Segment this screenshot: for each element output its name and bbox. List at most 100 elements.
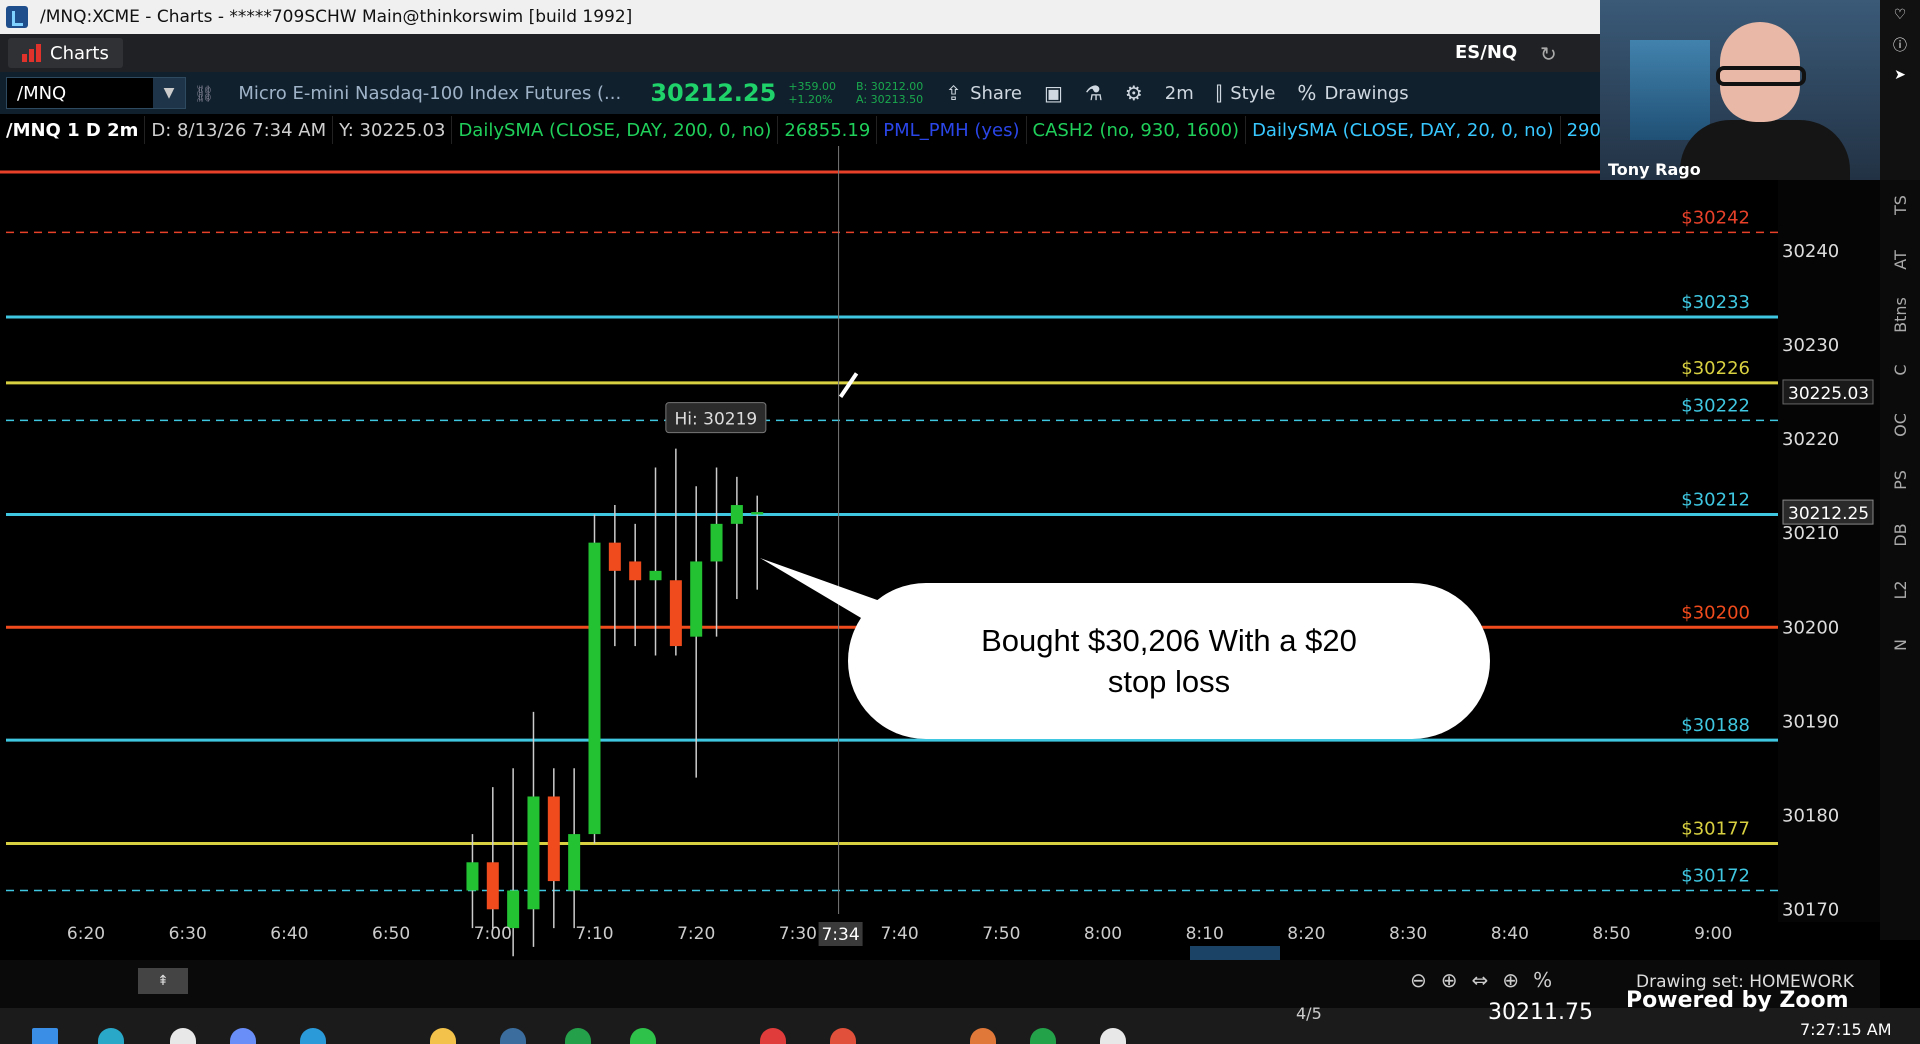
- study-label[interactable]: DailySMA (CLOSE, DAY, 200, 0, no): [452, 116, 779, 144]
- thinkorswim-logo-icon: [6, 6, 28, 28]
- study-label[interactable]: /MNQ 1 D 2m: [0, 116, 146, 144]
- side-tab-ts[interactable]: TS: [1875, 185, 1920, 225]
- candle-body[interactable]: [690, 561, 703, 637]
- excel-icon[interactable]: [1030, 1028, 1056, 1044]
- symbol-input[interactable]: /MNQ ▼: [6, 77, 186, 109]
- level-label: $30177: [1681, 818, 1750, 839]
- pan-icon[interactable]: ⇔: [1472, 968, 1489, 992]
- side-tab-n[interactable]: N: [1875, 625, 1920, 665]
- side-tab-l2[interactable]: L2: [1875, 570, 1920, 610]
- candle-body[interactable]: [608, 542, 621, 571]
- charts-tab-bar: Charts ES/NQ ↻: [0, 34, 1600, 72]
- study-label[interactable]: 29010.96: [1561, 116, 1600, 144]
- windows-taskbar: [0, 1008, 1920, 1044]
- edge-browser-icon[interactable]: [98, 1028, 124, 1044]
- chart-background: [0, 146, 1880, 960]
- news-button[interactable]: ▣: [1044, 81, 1063, 105]
- zoom-in-icon[interactable]: ⊕: [1441, 968, 1458, 992]
- candle-body[interactable]: [568, 834, 581, 891]
- symbol-description: Micro E-mini Nasdaq-100 Index Futures (.…: [238, 82, 622, 104]
- bid-price: B: 30212.00: [856, 80, 924, 93]
- candle-body[interactable]: [629, 561, 642, 581]
- style-button[interactable]: ⫿ Style: [1216, 81, 1276, 105]
- drawings-button[interactable]: % Drawings: [1297, 81, 1408, 105]
- file-explorer-icon[interactable]: [430, 1028, 456, 1044]
- price-axis-tick: 30210: [1782, 523, 1839, 544]
- study-label[interactable]: D: 8/13/26 7:34 AM: [145, 116, 334, 144]
- study-label[interactable]: DailySMA (CLOSE, DAY, 20, 0, no): [1246, 116, 1561, 144]
- studies-button[interactable]: ⚗: [1085, 81, 1103, 105]
- selection-highlight: [1190, 946, 1280, 960]
- drawings-label: Drawings: [1324, 82, 1409, 104]
- time-axis-tick: 6:40: [270, 924, 308, 944]
- callout-bubble: [848, 583, 1490, 739]
- candle-body[interactable]: [730, 505, 743, 524]
- level-label: $30188: [1681, 715, 1750, 736]
- charts-tab[interactable]: Charts: [8, 38, 123, 68]
- side-tab-c[interactable]: C: [1875, 350, 1920, 390]
- chat-icon[interactable]: [630, 1028, 656, 1044]
- taskbar-price: 30211.75: [1488, 1000, 1593, 1025]
- teams-icon[interactable]: [230, 1028, 256, 1044]
- study-label[interactable]: Y: 30225.03: [333, 116, 453, 144]
- zoom-out-icon[interactable]: ⊖: [1410, 968, 1427, 992]
- calendar-icon[interactable]: [760, 1028, 786, 1044]
- send-icon[interactable]: ➤: [1880, 60, 1920, 90]
- time-axis-tick: 6:30: [169, 924, 207, 944]
- candle-body[interactable]: [527, 796, 540, 910]
- spotify-icon[interactable]: [565, 1028, 591, 1044]
- outlook-icon[interactable]: [300, 1028, 326, 1044]
- candle-body[interactable]: [466, 862, 479, 891]
- bid-ask: B: 30212.00 A: 30213.50: [856, 80, 923, 106]
- side-tab-btns[interactable]: Btns: [1875, 295, 1920, 335]
- chrome-icon[interactable]: [830, 1028, 856, 1044]
- chart-bottom-bar: ⇞ ⊖ ⊕ ⇔ ⊕ % Drawing set: HOMEWORK: [0, 960, 1880, 1008]
- candle-body[interactable]: [669, 580, 682, 647]
- candle-body[interactable]: [547, 796, 560, 882]
- crosshair-price-label: 30225.03: [1788, 384, 1869, 404]
- price-axis-tick: 30180: [1782, 805, 1839, 826]
- crosshair-icon[interactable]: ⊕: [1502, 968, 1519, 992]
- time-axis-tick: 7:50: [982, 924, 1020, 944]
- price-axis-tick: 30230: [1782, 335, 1839, 356]
- candle-body[interactable]: [507, 890, 520, 929]
- price-chart[interactable]: $30242 $30233 $30226 $30222 $30212 $30200 $301…: [0, 146, 1880, 960]
- firefox-icon[interactable]: [970, 1028, 996, 1044]
- candle-body[interactable]: [588, 542, 601, 835]
- level-label: $30172: [1681, 865, 1750, 886]
- hi-annotation-label: Hi: 30219: [675, 410, 758, 430]
- study-label[interactable]: CASH2 (no, 930, 1600): [1027, 116, 1247, 144]
- windows-start-icon[interactable]: [32, 1028, 58, 1044]
- level-label: $30226: [1681, 358, 1750, 379]
- chevron-down-icon[interactable]: ▼: [153, 78, 185, 108]
- webcam-participant-name: Tony Rago: [1608, 160, 1701, 179]
- refresh-icon[interactable]: ↻: [1540, 42, 1557, 66]
- timeframe-button[interactable]: 2m: [1165, 83, 1194, 104]
- camera-icon[interactable]: [1100, 1028, 1126, 1044]
- candle-body[interactable]: [486, 862, 499, 910]
- candle-body[interactable]: [649, 570, 662, 581]
- side-tab-ps[interactable]: PS: [1875, 460, 1920, 500]
- info-icon[interactable]: ⓘ: [1880, 30, 1920, 60]
- taskbar-clock: 7:27:15 AM: [1800, 1020, 1892, 1039]
- title-bar: /MNQ:XCME - Charts - *****709SCHW Main@t…: [0, 0, 1600, 34]
- share-button[interactable]: ⇪ Share: [945, 81, 1022, 105]
- side-tab-db[interactable]: DB: [1875, 515, 1920, 555]
- study-label[interactable]: PML_PMH (yes): [877, 116, 1027, 144]
- collapse-volume-button[interactable]: ⇞: [138, 968, 188, 994]
- settings-button[interactable]: ⚙: [1125, 81, 1143, 105]
- percent-icon[interactable]: %: [1533, 968, 1552, 992]
- gear-icon: ⚙: [1124, 81, 1143, 105]
- study-label[interactable]: 26855.19: [778, 116, 878, 144]
- candle-body[interactable]: [751, 512, 764, 515]
- candle-body[interactable]: [710, 523, 723, 562]
- heart-icon[interactable]: ♡: [1880, 0, 1920, 30]
- link-icon[interactable]: ⛓: [194, 84, 214, 103]
- esnq-label[interactable]: ES/NQ: [1455, 42, 1517, 63]
- notepad-icon[interactable]: [170, 1028, 196, 1044]
- thinkorswim-taskbar-icon[interactable]: [500, 1028, 526, 1044]
- flask-icon: ⚗: [1084, 81, 1103, 105]
- side-tab-at[interactable]: AT: [1875, 240, 1920, 280]
- side-tab-oc[interactable]: OC: [1875, 405, 1920, 445]
- level-label: $30200: [1681, 602, 1750, 623]
